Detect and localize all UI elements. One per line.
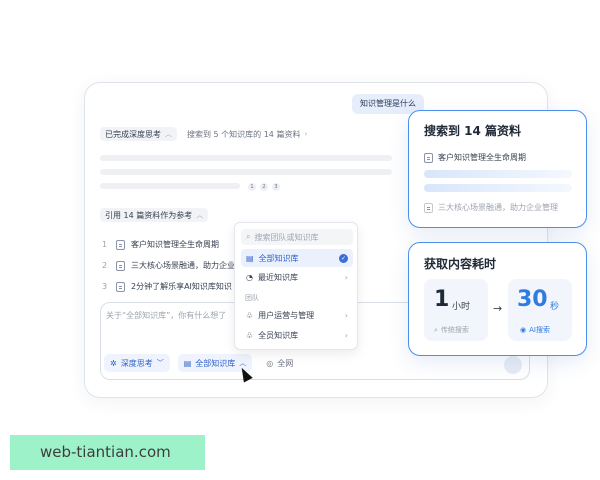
- dropdown-item-label: 全部知识库: [258, 253, 299, 263]
- chevron-right-icon: ›: [304, 130, 308, 138]
- pager-dot[interactable]: 1: [248, 183, 256, 191]
- dropdown-item-recent-kb[interactable]: ◔ 最近知识库 ›: [241, 268, 353, 286]
- citation-header: 引用 14 篇资料作为参考: [105, 210, 193, 220]
- pager-dot[interactable]: 3: [272, 183, 280, 191]
- search-icon: ⌕: [246, 232, 251, 241]
- pager-dot[interactable]: 2: [260, 183, 268, 191]
- check-icon: ✓: [339, 253, 348, 263]
- reference-item[interactable]: 1 客户知识管理全生命周期: [102, 234, 235, 255]
- search-result-doc-title: 三大核心场景融通，助力企业管理: [438, 203, 558, 212]
- dropdown-item-team[interactable]: ♧ 全员知识库 ›: [241, 326, 353, 344]
- reference-item[interactable]: 3 2分钟了解乐享AI知识库知识: [102, 276, 235, 297]
- dropdown-search-input[interactable]: ⌕ 搜索团队或知识库: [241, 229, 353, 245]
- arrow-right-icon: →: [493, 302, 503, 315]
- dropdown-item-team[interactable]: ♧ 用户运营与管理 ›: [241, 306, 353, 324]
- reference-list: 1 客户知识管理全生命周期 2 三大核心场景融通，助力企业 3 2分钟了解乐享A…: [102, 234, 235, 297]
- dropdown-search-placeholder: 搜索团队或知识库: [254, 232, 319, 242]
- chevron-right-icon: ›: [344, 310, 348, 320]
- document-icon: [116, 239, 125, 250]
- document-icon: [424, 202, 433, 213]
- manual-time-value: 1: [434, 287, 450, 312]
- dropdown-item-label: 全员知识库: [258, 330, 299, 340]
- reference-item[interactable]: 2 三大核心场景融通，助力企业: [102, 255, 235, 276]
- deep-think-toggle[interactable]: ✲ 深度思考 ﹀: [104, 354, 170, 372]
- reference-number: 1: [102, 240, 108, 249]
- search-result-title: 搜索到 14 篇资料: [424, 124, 522, 138]
- library-icon: ▤: [183, 358, 192, 368]
- site-watermark: web-tiantian.com: [10, 435, 205, 470]
- manual-time-label: 传统搜索: [440, 326, 469, 334]
- input-toolbar: ✲ 深度思考 ﹀ ▤ 全部知识库 ︿ ◎ 全网: [104, 354, 299, 372]
- dropdown-item-label: 用户运营与管理: [258, 310, 315, 320]
- source-pager: 1 2 3: [248, 183, 280, 191]
- search-summary-link[interactable]: 搜索到 5 个知识库的 14 篇资料 ›: [187, 129, 307, 140]
- manual-time-label-row: ⌕ 传统搜索: [434, 325, 469, 335]
- atom-icon: ✲: [110, 358, 117, 368]
- ai-icon: ◉: [520, 326, 527, 334]
- team-icon: ♧: [246, 330, 254, 340]
- deep-think-label: 深度思考: [120, 358, 153, 368]
- document-icon: [116, 260, 125, 271]
- search-result-doc: 客户知识管理全生命周期: [424, 152, 526, 163]
- document-icon: [424, 152, 433, 163]
- chevron-right-icon: ›: [344, 330, 348, 340]
- send-button[interactable]: [504, 356, 522, 374]
- time-cost-title: 获取内容耗时: [424, 257, 497, 271]
- chevron-down-icon: ﹀: [156, 359, 164, 367]
- chevron-up-icon: ︿: [196, 211, 204, 219]
- globe-icon: ◎: [266, 358, 274, 368]
- manual-time-unit: 小时: [452, 302, 471, 312]
- citation-row: 引用 14 篇资料作为参考 ︿: [100, 208, 209, 222]
- thinking-row: 已完成深度思考 ︿ 搜索到 5 个知识库的 14 篇资料 ›: [100, 127, 307, 141]
- search-result-doc-title: 客户知识管理全生命周期: [438, 153, 526, 162]
- web-search-toggle[interactable]: ◎ 全网: [260, 354, 299, 372]
- document-icon: [116, 281, 125, 292]
- thinking-status-label: 已完成深度思考: [105, 129, 161, 139]
- reference-title: 三大核心场景融通，助力企业: [131, 261, 235, 270]
- team-icon: ♧: [246, 310, 254, 320]
- library-icon: ▤: [246, 253, 254, 263]
- content-skeleton-line: [100, 169, 392, 175]
- dropdown-item-all-kb[interactable]: ▤ 全部知识库 ✓: [241, 249, 353, 267]
- ai-time-value: 30: [517, 287, 548, 312]
- result-highlight-bar: [424, 170, 572, 178]
- search-icon: ⌕: [434, 325, 438, 334]
- reference-title: 客户知识管理全生命周期: [131, 240, 219, 249]
- dropdown-group-label: 团队: [245, 294, 259, 302]
- ai-time-label: AI搜索: [529, 326, 550, 334]
- search-summary-label: 搜索到 5 个知识库的 14 篇资料: [187, 129, 301, 139]
- web-search-label: 全网: [277, 358, 294, 368]
- knowledge-base-dropdown: ⌕ 搜索团队或知识库 ▤ 全部知识库 ✓ ◔ 最近知识库 › 团队 ♧ 用户运营…: [234, 222, 358, 350]
- dropdown-item-label: 最近知识库: [257, 272, 298, 282]
- citation-toggle[interactable]: 引用 14 篇资料作为参考 ︿: [100, 208, 209, 222]
- ai-time-unit: 秒: [550, 302, 560, 312]
- chat-input-placeholder[interactable]: 关于“全部知识库”，你有什么想了: [106, 310, 226, 321]
- reference-title: 2分钟了解乐享AI知识库知识: [131, 282, 232, 291]
- content-skeleton-line: [100, 183, 240, 189]
- search-result-doc: 三大核心场景融通，助力企业管理: [424, 202, 558, 213]
- knowledge-base-label: 全部知识库: [195, 358, 236, 368]
- result-highlight-bar: [424, 184, 572, 192]
- chevron-up-icon: ︿: [165, 130, 172, 138]
- clock-icon: ◔: [246, 272, 253, 282]
- chevron-right-icon: ›: [344, 272, 348, 282]
- reference-number: 2: [102, 261, 108, 270]
- ai-time-label-row: ◉ AI搜索: [520, 325, 550, 335]
- content-skeleton-line: [100, 155, 392, 161]
- thinking-status-toggle[interactable]: 已完成深度思考 ︿: [100, 127, 177, 141]
- reference-number: 3: [102, 282, 108, 291]
